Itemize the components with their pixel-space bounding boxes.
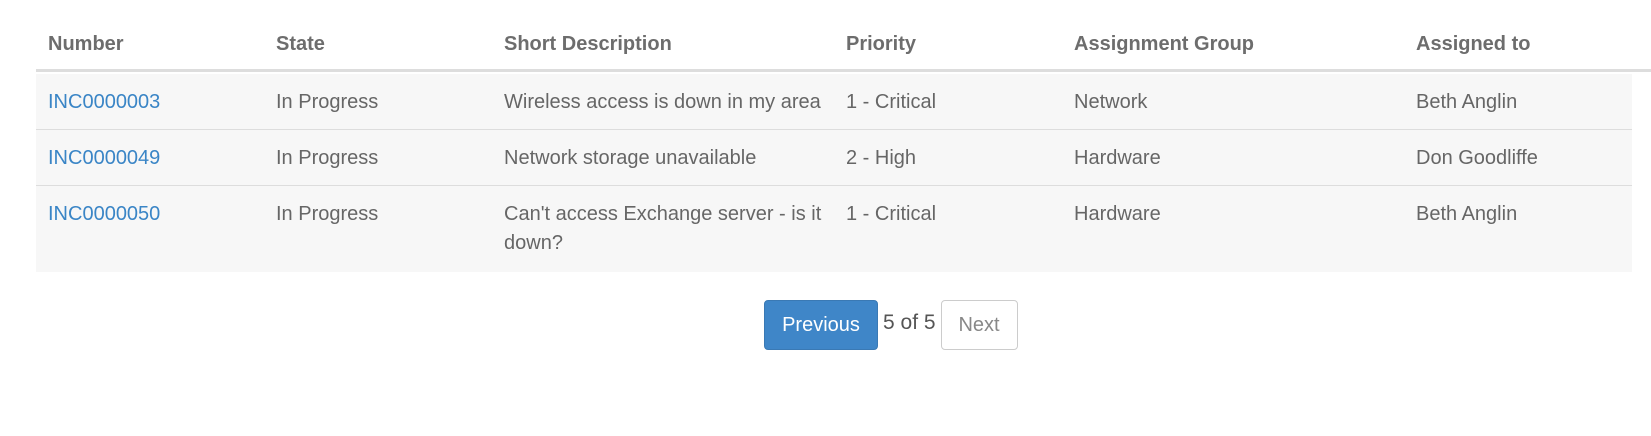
short-description-cell: Can't access Exchange server - is it dow… xyxy=(504,203,822,254)
table-header: Number State Short Description Priority … xyxy=(36,20,1651,72)
assigned-to-cell: Beth Anglin xyxy=(1416,203,1518,225)
priority-cell: 1 - Critical xyxy=(846,203,937,225)
assignment-group-cell: Network xyxy=(1074,91,1148,113)
incident-number-link[interactable]: INC0000049 xyxy=(48,147,160,169)
column-header-assignment-group[interactable]: Assignment Group xyxy=(1062,33,1404,56)
state-cell: In Progress xyxy=(276,91,379,113)
incident-number-link[interactable]: INC0000003 xyxy=(48,91,160,113)
column-header-assigned-to[interactable]: Assigned to xyxy=(1404,33,1631,56)
table-row[interactable]: INC0000003 In Progress Wireless access i… xyxy=(36,74,1632,130)
short-description-cell: Network storage unavailable xyxy=(504,147,757,169)
pagination: Previous 5 of 5 Next xyxy=(764,300,1018,350)
page-count: 5 of 5 xyxy=(883,311,936,334)
table-body: INC0000003 In Progress Wireless access i… xyxy=(36,74,1632,272)
short-description-cell: Wireless access is down in my area xyxy=(504,91,821,113)
table-row[interactable]: INC0000049 In Progress Network storage u… xyxy=(36,130,1632,186)
state-cell: In Progress xyxy=(276,203,379,225)
assigned-to-cell: Don Goodliffe xyxy=(1416,147,1538,169)
incident-number-cell: INC0000003 xyxy=(36,88,264,117)
assignment-group-cell: Hardware xyxy=(1074,203,1161,225)
column-header-state[interactable]: State xyxy=(264,33,492,56)
next-button[interactable]: Next xyxy=(940,300,1018,350)
column-header-priority[interactable]: Priority xyxy=(834,33,1062,56)
table-row[interactable]: INC0000050 In Progress Can't access Exch… xyxy=(36,186,1632,272)
column-header-number[interactable]: Number xyxy=(36,33,264,56)
incident-number-link[interactable]: INC0000050 xyxy=(48,203,160,225)
incident-list-page: Number State Short Description Priority … xyxy=(0,0,1651,436)
priority-cell: 2 - High xyxy=(846,147,917,169)
previous-button[interactable]: Previous xyxy=(764,300,878,350)
priority-cell: 1 - Critical xyxy=(846,91,937,113)
incident-number-cell: INC0000049 xyxy=(36,144,264,173)
assignment-group-cell: Hardware xyxy=(1074,147,1161,169)
column-header-short-description[interactable]: Short Description xyxy=(492,33,834,56)
state-cell: In Progress xyxy=(276,147,379,169)
assigned-to-cell: Beth Anglin xyxy=(1416,91,1518,113)
incident-number-cell: INC0000050 xyxy=(36,200,264,229)
